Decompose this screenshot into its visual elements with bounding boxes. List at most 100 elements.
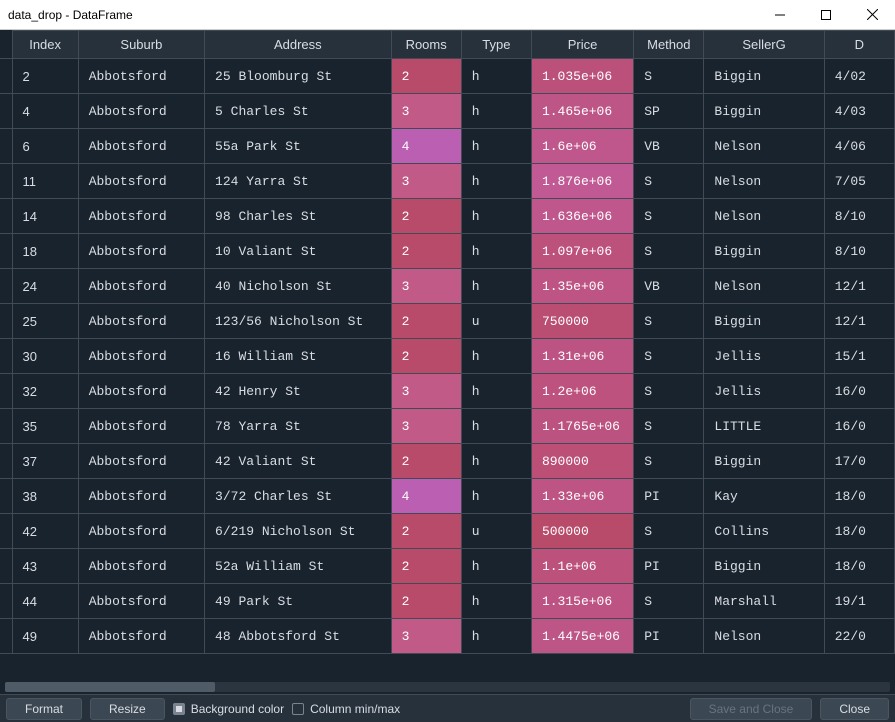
- cell-sellerg[interactable]: Nelson: [704, 129, 824, 164]
- cell-date[interactable]: 12/1: [824, 304, 894, 339]
- cell-type[interactable]: h: [461, 374, 531, 409]
- cell-index[interactable]: 30: [12, 339, 78, 374]
- cell-suburb[interactable]: Abbotsford: [78, 339, 204, 374]
- cell-index[interactable]: 43: [12, 549, 78, 584]
- cell-sellerg[interactable]: Biggin: [704, 444, 824, 479]
- cell-address[interactable]: 40 Nicholson St: [205, 269, 392, 304]
- table-row[interactable]: 49Abbotsford48 Abbotsford St3h1.4475e+06…: [0, 619, 895, 654]
- cell-price[interactable]: 1.315e+06: [531, 584, 633, 619]
- cell-type[interactable]: h: [461, 549, 531, 584]
- cell-suburb[interactable]: Abbotsford: [78, 304, 204, 339]
- cell-sellerg[interactable]: Biggin: [704, 304, 824, 339]
- cell-rooms[interactable]: 3: [391, 619, 461, 654]
- cell-method[interactable]: VB: [634, 269, 704, 304]
- table-row[interactable]: 44Abbotsford49 Park St2h1.315e+06SMarsha…: [0, 584, 895, 619]
- table-row[interactable]: 32Abbotsford42 Henry St3h1.2e+06SJellis1…: [0, 374, 895, 409]
- cell-index[interactable]: 49: [12, 619, 78, 654]
- cell-date[interactable]: 12/1: [824, 269, 894, 304]
- format-button[interactable]: Format: [6, 698, 82, 720]
- cell-date[interactable]: 4/02: [824, 59, 894, 94]
- cell-price[interactable]: 750000: [531, 304, 633, 339]
- cell-address[interactable]: 25 Bloomburg St: [205, 59, 392, 94]
- cell-date[interactable]: 19/1: [824, 584, 894, 619]
- cell-address[interactable]: 42 Henry St: [205, 374, 392, 409]
- column-header-rooms[interactable]: Rooms: [391, 31, 461, 59]
- cell-price[interactable]: 1.1e+06: [531, 549, 633, 584]
- cell-method[interactable]: SP: [634, 94, 704, 129]
- cell-address[interactable]: 78 Yarra St: [205, 409, 392, 444]
- column-header-type[interactable]: Type: [461, 31, 531, 59]
- cell-suburb[interactable]: Abbotsford: [78, 59, 204, 94]
- cell-type[interactable]: h: [461, 339, 531, 374]
- cell-date[interactable]: 16/0: [824, 409, 894, 444]
- cell-rooms[interactable]: 2: [391, 514, 461, 549]
- cell-sellerg[interactable]: Collins: [704, 514, 824, 549]
- table-row[interactable]: 2Abbotsford25 Bloomburg St2h1.035e+06SBi…: [0, 59, 895, 94]
- cell-index[interactable]: 4: [12, 94, 78, 129]
- cell-suburb[interactable]: Abbotsford: [78, 374, 204, 409]
- cell-address[interactable]: 10 Valiant St: [205, 234, 392, 269]
- cell-suburb[interactable]: Abbotsford: [78, 94, 204, 129]
- cell-index[interactable]: 2: [12, 59, 78, 94]
- table-row[interactable]: 37Abbotsford42 Valiant St2h890000SBiggin…: [0, 444, 895, 479]
- resize-button[interactable]: Resize: [90, 698, 165, 720]
- cell-address[interactable]: 5 Charles St: [205, 94, 392, 129]
- cell-type[interactable]: u: [461, 304, 531, 339]
- cell-sellerg[interactable]: Biggin: [704, 234, 824, 269]
- cell-method[interactable]: VB: [634, 129, 704, 164]
- table-row[interactable]: 35Abbotsford78 Yarra St3h1.1765e+06SLITT…: [0, 409, 895, 444]
- cell-suburb[interactable]: Abbotsford: [78, 199, 204, 234]
- cell-type[interactable]: h: [461, 199, 531, 234]
- cell-index[interactable]: 37: [12, 444, 78, 479]
- table-row[interactable]: 42Abbotsford6/219 Nicholson St2u500000SC…: [0, 514, 895, 549]
- cell-method[interactable]: S: [634, 199, 704, 234]
- cell-type[interactable]: h: [461, 479, 531, 514]
- maximize-button[interactable]: [803, 0, 849, 29]
- cell-address[interactable]: 49 Park St: [205, 584, 392, 619]
- cell-address[interactable]: 98 Charles St: [205, 199, 392, 234]
- cell-type[interactable]: h: [461, 234, 531, 269]
- cell-price[interactable]: 1.035e+06: [531, 59, 633, 94]
- cell-rooms[interactable]: 2: [391, 339, 461, 374]
- table-row[interactable]: 14Abbotsford98 Charles St2h1.636e+06SNel…: [0, 199, 895, 234]
- column-header-suburb[interactable]: Suburb: [78, 31, 204, 59]
- scrollbar-thumb[interactable]: [5, 682, 215, 692]
- cell-rooms[interactable]: 3: [391, 409, 461, 444]
- cell-suburb[interactable]: Abbotsford: [78, 444, 204, 479]
- table-row[interactable]: 11Abbotsford124 Yarra St3h1.876e+06SNels…: [0, 164, 895, 199]
- cell-sellerg[interactable]: Kay: [704, 479, 824, 514]
- cell-rooms[interactable]: 2: [391, 584, 461, 619]
- cell-index[interactable]: 14: [12, 199, 78, 234]
- cell-sellerg[interactable]: Jellis: [704, 339, 824, 374]
- cell-method[interactable]: S: [634, 234, 704, 269]
- cell-index[interactable]: 44: [12, 584, 78, 619]
- cell-rooms[interactable]: 3: [391, 94, 461, 129]
- cell-index[interactable]: 42: [12, 514, 78, 549]
- cell-index[interactable]: 6: [12, 129, 78, 164]
- cell-rooms[interactable]: 2: [391, 199, 461, 234]
- cell-index[interactable]: 25: [12, 304, 78, 339]
- cell-suburb[interactable]: Abbotsford: [78, 584, 204, 619]
- table-row[interactable]: 6Abbotsford55a Park St4h1.6e+06VBNelson4…: [0, 129, 895, 164]
- table-row[interactable]: 18Abbotsford10 Valiant St2h1.097e+06SBig…: [0, 234, 895, 269]
- cell-type[interactable]: h: [461, 129, 531, 164]
- cell-method[interactable]: S: [634, 164, 704, 199]
- table-row[interactable]: 43Abbotsford52a William St2h1.1e+06PIBig…: [0, 549, 895, 584]
- cell-suburb[interactable]: Abbotsford: [78, 234, 204, 269]
- cell-method[interactable]: PI: [634, 619, 704, 654]
- cell-address[interactable]: 16 William St: [205, 339, 392, 374]
- cell-address[interactable]: 55a Park St: [205, 129, 392, 164]
- cell-price[interactable]: 500000: [531, 514, 633, 549]
- cell-suburb[interactable]: Abbotsford: [78, 129, 204, 164]
- cell-price[interactable]: 1.4475e+06: [531, 619, 633, 654]
- cell-index[interactable]: 18: [12, 234, 78, 269]
- cell-index[interactable]: 32: [12, 374, 78, 409]
- cell-type[interactable]: u: [461, 514, 531, 549]
- cell-price[interactable]: 1.33e+06: [531, 479, 633, 514]
- column-header-index[interactable]: Index: [12, 31, 78, 59]
- cell-sellerg[interactable]: Nelson: [704, 269, 824, 304]
- cell-address[interactable]: 124 Yarra St: [205, 164, 392, 199]
- column-header-address[interactable]: Address: [205, 31, 392, 59]
- cell-type[interactable]: h: [461, 94, 531, 129]
- cell-index[interactable]: 11: [12, 164, 78, 199]
